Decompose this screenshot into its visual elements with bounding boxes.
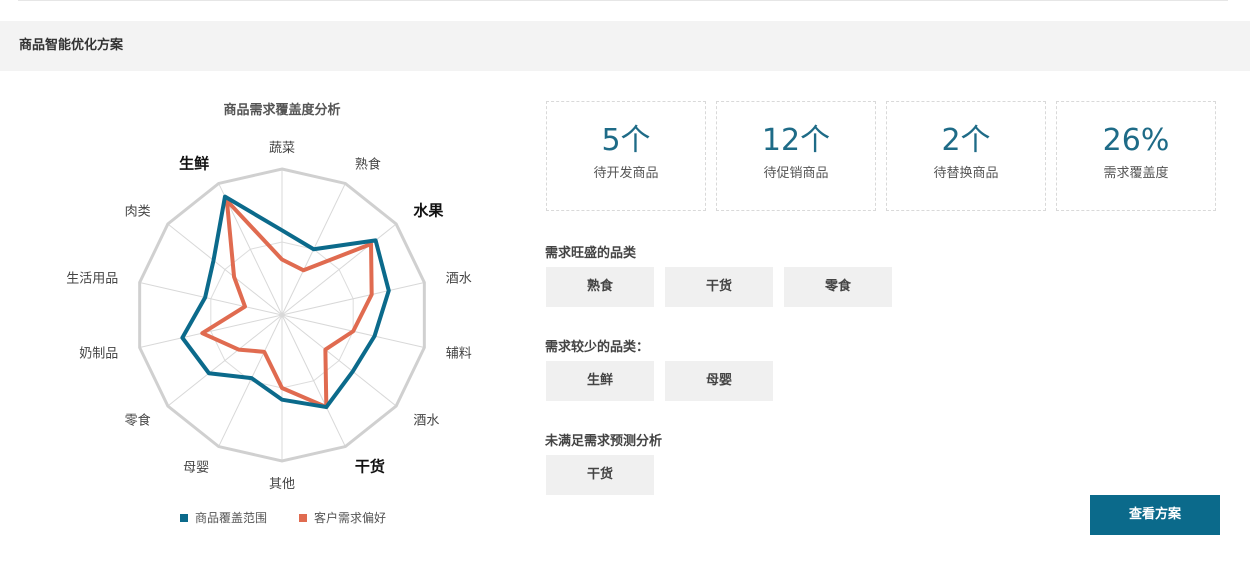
tag-high-demand[interactable]: 干货 bbox=[665, 267, 773, 307]
radar-chart: 蔬菜熟食水果酒水辅料酒水干货其他母婴零食奶制品生活用品肉类生鲜 bbox=[66, 141, 472, 492]
tag-high-demand[interactable]: 零食 bbox=[784, 267, 892, 307]
stat-label: 待促销商品 bbox=[763, 166, 829, 181]
stat-label: 需求覆盖度 bbox=[1103, 166, 1169, 181]
stat-value: 12个 bbox=[761, 123, 831, 158]
radar-axis-label: 生鲜 bbox=[179, 155, 209, 173]
radar-spoke bbox=[281, 314, 346, 447]
radar-axis-label: 母婴 bbox=[183, 460, 209, 475]
chart-title: 商品需求覆盖度分析 bbox=[223, 103, 341, 118]
low-demand-title: 需求较少的品类： bbox=[545, 340, 650, 355]
legend-item-coverage: 商品覆盖范围 bbox=[180, 509, 267, 526]
stat-card-to-replace: 2个 待替换商品 bbox=[886, 101, 1046, 211]
radar-axis-label: 干货 bbox=[355, 457, 385, 475]
legend-item-preference: 客户需求偏好 bbox=[299, 509, 386, 526]
radar-axis-label: 肉类 bbox=[125, 204, 151, 219]
legend-swatch-coverage bbox=[180, 513, 188, 522]
legend-label-preference: 客户需求偏好 bbox=[314, 511, 387, 525]
stat-card-to-promote: 12个 待促销商品 bbox=[716, 101, 876, 211]
stat-label: 待替换商品 bbox=[933, 166, 999, 181]
radar-axis-label: 熟食 bbox=[355, 157, 381, 173]
radar-spoke bbox=[167, 314, 283, 407]
radar-axis-label: 水果 bbox=[413, 201, 444, 219]
chart-legend: 商品覆盖范围 客户需求偏好 bbox=[180, 509, 418, 526]
radar-axis-label: 酒水 bbox=[446, 272, 472, 287]
radar-axis-label: 酒水 bbox=[413, 414, 439, 429]
view-plan-button[interactable]: 查看方案 bbox=[1090, 495, 1220, 535]
stat-value: 5个 bbox=[601, 123, 651, 158]
radar-axis-label: 蔬菜 bbox=[269, 141, 295, 156]
radar-spoke bbox=[167, 223, 283, 316]
stat-card-coverage: 26% 需求覆盖度 bbox=[1056, 101, 1216, 211]
radar-axis-label: 辅料 bbox=[446, 346, 472, 361]
section-title: 商品智能优化方案 bbox=[19, 38, 124, 53]
radar-axis-label: 生活用品 bbox=[66, 272, 118, 287]
tag-low-demand[interactable]: 生鲜 bbox=[546, 361, 654, 401]
stat-value: 2个 bbox=[941, 123, 991, 158]
radar-spoke bbox=[218, 314, 283, 447]
high-demand-title: 需求旺盛的品类 bbox=[545, 246, 637, 261]
stat-label: 待开发商品 bbox=[593, 166, 659, 181]
radar-axis-label: 奶制品 bbox=[79, 346, 118, 361]
tag-low-demand[interactable]: 母婴 bbox=[665, 361, 773, 401]
radar-axis-label: 零食 bbox=[125, 413, 151, 429]
legend-label-coverage: 商品覆盖范围 bbox=[195, 511, 268, 525]
section-header: 商品智能优化方案 bbox=[0, 21, 1250, 71]
stat-value: 26% bbox=[1102, 123, 1170, 158]
unmet-demand-title: 未满足需求预测分析 bbox=[545, 434, 663, 449]
legend-swatch-preference bbox=[299, 513, 308, 522]
radar-axis-label: 其他 bbox=[269, 477, 295, 492]
top-divider bbox=[18, 0, 1228, 1]
tag-high-demand[interactable]: 熟食 bbox=[546, 267, 654, 307]
tag-unmet-demand[interactable]: 干货 bbox=[546, 455, 654, 495]
stat-card-to-develop: 5个 待开发商品 bbox=[546, 101, 706, 211]
